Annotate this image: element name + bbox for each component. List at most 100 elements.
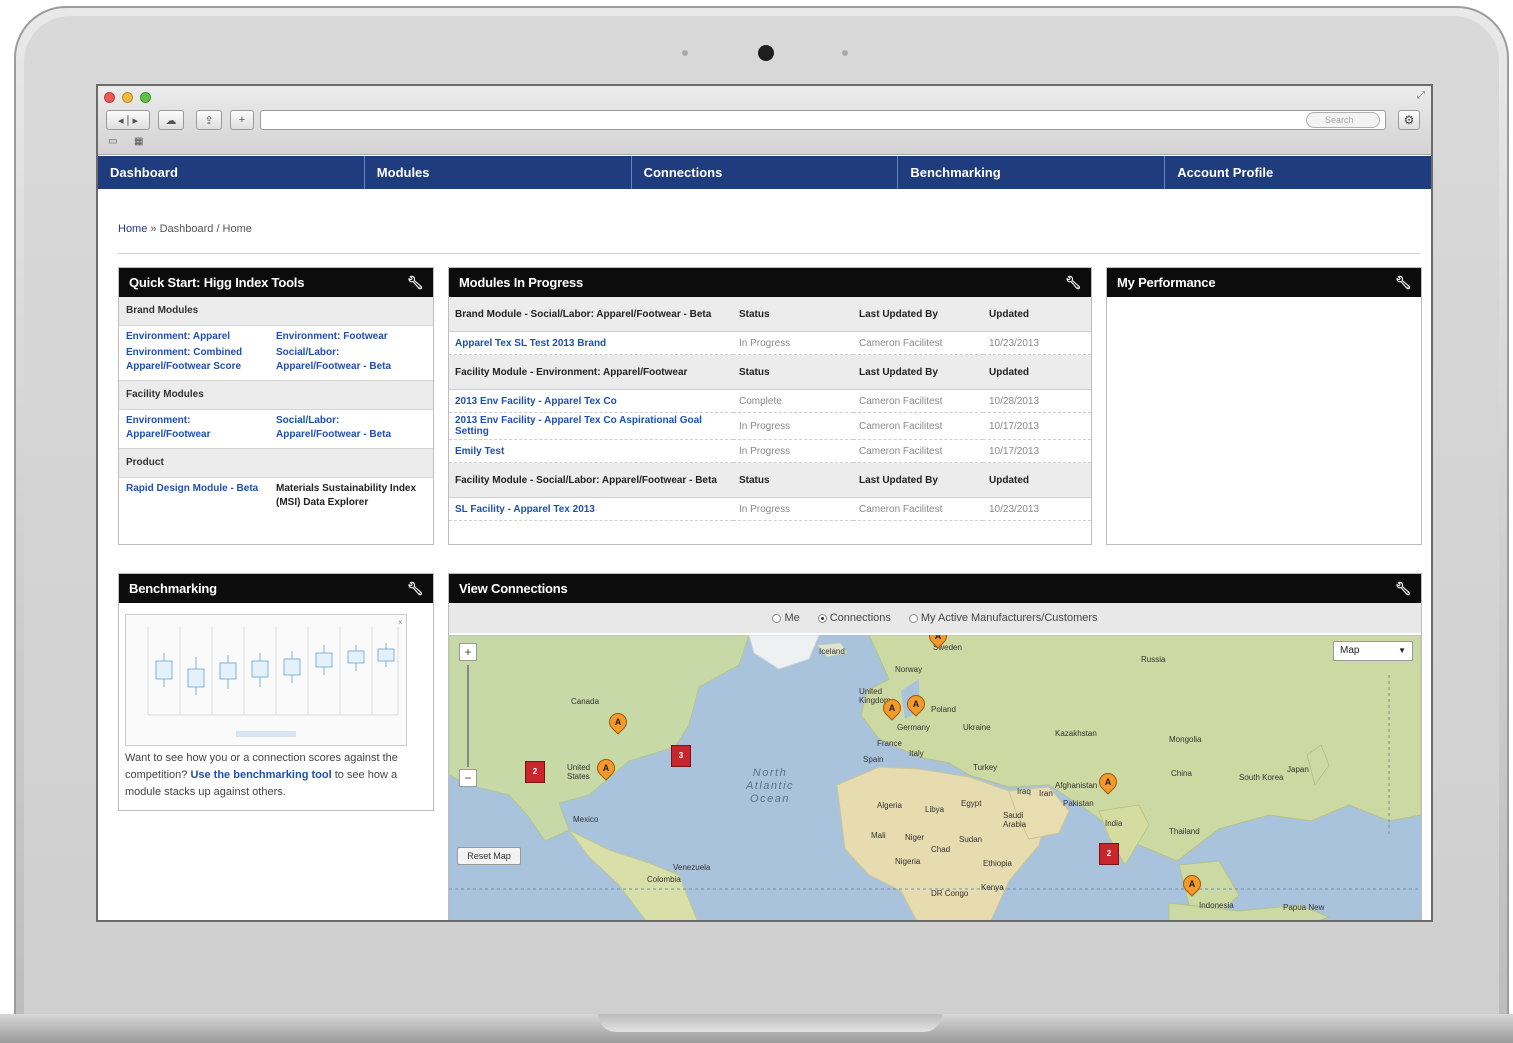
nav-account-profile[interactable]: Account Profile	[1165, 156, 1431, 189]
benchmarking-tool-link[interactable]: Use the benchmarking tool	[190, 769, 331, 781]
my-performance-header: My Performance 🔧︎	[1107, 268, 1421, 297]
column-updated: Updated	[983, 297, 1091, 332]
address-bar[interactable]	[260, 110, 1386, 130]
group-title: Facility Module - Social/Labor: Apparel/…	[449, 462, 733, 498]
reset-map-button[interactable]: Reset Map	[457, 847, 521, 865]
nav-benchmarking[interactable]: Benchmarking	[898, 156, 1166, 189]
view-connections-panel: View Connections 🔧︎ Me Connections My Ac…	[448, 573, 1422, 920]
map-type-select[interactable]: Map ▼	[1333, 641, 1413, 661]
view-connections-header: View Connections 🔧︎	[449, 574, 1421, 603]
breadcrumb-home-link[interactable]: Home	[118, 223, 147, 235]
module-link[interactable]: 2013 Env Facility - Apparel Tex Co Aspir…	[455, 415, 702, 437]
search-input[interactable]: Search	[1306, 112, 1380, 128]
module-link[interactable]: Apparel Tex SL Test 2013 Brand	[455, 338, 606, 349]
radio-manufacturers-customers[interactable]: My Active Manufacturers/Customers	[908, 612, 1098, 624]
zoom-slider[interactable]	[467, 665, 469, 767]
share-icon: ⇪	[204, 114, 214, 127]
updated-cell: 10/28/2013	[983, 389, 1091, 413]
zoom-window-button[interactable]	[140, 92, 151, 103]
link-environment-combined[interactable]: Environment: Combined Apparel/Footwear S…	[126, 346, 276, 374]
chevron-down-icon: ▼	[1398, 646, 1406, 655]
map-label: Ethiopia	[983, 859, 1012, 868]
benchmark-chart-thumbnail[interactable]: ×	[125, 614, 407, 746]
module-link[interactable]: Emily Test	[455, 446, 504, 457]
map-label: Iceland	[819, 647, 845, 656]
map-label: Pakistan	[1063, 799, 1094, 808]
share-button[interactable]: ⇪	[196, 110, 222, 130]
radio-me[interactable]: Me	[772, 612, 800, 624]
new-tab-button[interactable]: +	[230, 110, 254, 130]
box-plot-icon: ×	[147, 618, 403, 737]
module-link[interactable]: SL Facility - Apparel Tex 2013	[455, 504, 595, 515]
map-label: Algeria	[877, 801, 902, 810]
svg-text:×: ×	[398, 618, 403, 627]
connections-map[interactable]: Iceland Norway Sweden United Kingdom Pol…	[449, 635, 1421, 920]
view-connections-title: View Connections	[459, 581, 568, 596]
column-status: Status	[733, 354, 853, 390]
map-label: Thailand	[1169, 827, 1200, 836]
reading-list-icon[interactable]: ▭	[108, 136, 117, 147]
wrench-icon[interactable]: 🔧︎	[407, 574, 424, 603]
map-label: Kazakhstan	[1055, 729, 1097, 738]
status-cell: Complete	[733, 389, 853, 413]
map-cluster-marker[interactable]: 2	[525, 761, 545, 783]
top-sites-icon[interactable]: ▦	[134, 136, 143, 147]
product-links: Rapid Design Module - Beta Materials Sus…	[119, 478, 433, 514]
forward-icon[interactable]: ▸	[132, 114, 138, 127]
back-forward-buttons[interactable]: ◂ | ▸	[106, 110, 150, 130]
wrench-icon[interactable]: 🔧︎	[407, 268, 424, 297]
product-heading: Product	[119, 449, 433, 478]
wrench-icon[interactable]: 🔧︎	[1395, 268, 1412, 297]
link-facility-environment[interactable]: Environment: Apparel/Footwear	[126, 414, 276, 442]
link-environment-apparel[interactable]: Environment: Apparel	[126, 330, 276, 344]
my-performance-title: My Performance	[1117, 275, 1216, 290]
link-facility-social-labor[interactable]: Social/Labor: Apparel/Footwear - Beta	[276, 414, 426, 442]
map-cluster-marker[interactable]: 2	[1099, 843, 1119, 865]
radio-button[interactable]	[772, 613, 782, 623]
map-label: Colombia	[647, 875, 681, 884]
map-label: Kenya	[981, 883, 1004, 892]
updated-by-cell: Cameron Facilitest	[853, 497, 983, 521]
minimize-window-button[interactable]	[122, 92, 133, 103]
map-label: Iraq	[1017, 787, 1031, 796]
map-label: Venezuela	[673, 863, 711, 872]
radio-button-selected[interactable]	[817, 613, 827, 623]
column-last-updated-by: Last Updated By	[853, 462, 983, 498]
plus-icon: +	[238, 114, 246, 126]
link-rapid-design-module[interactable]: Rapid Design Module - Beta	[126, 482, 276, 496]
status-cell: In Progress	[733, 412, 853, 440]
modules-in-progress-title: Modules In Progress	[459, 275, 584, 290]
gear-icon[interactable]: ⚙	[1398, 110, 1420, 130]
brand-modules-links: Environment: Apparel Environment: Combin…	[119, 326, 433, 381]
modules-table: Brand Module - Social/Labor: Apparel/Foo…	[449, 297, 1091, 521]
nav-dashboard[interactable]: Dashboard	[98, 156, 365, 189]
camera-sensor-right	[842, 50, 848, 56]
back-icon[interactable]: ◂	[118, 114, 124, 127]
zoom-in-button[interactable]: +	[459, 643, 477, 661]
link-social-labor-brand[interactable]: Social/Labor: Apparel/Footwear - Beta	[276, 346, 426, 374]
icloud-button[interactable]: ☁	[158, 110, 184, 130]
map-label: Afghanistan	[1055, 781, 1098, 790]
quick-start-title: Quick Start: Higg Index Tools	[129, 275, 305, 290]
nav-connections[interactable]: Connections	[632, 156, 899, 189]
zoom-out-button[interactable]: −	[459, 769, 477, 787]
map-label: China	[1171, 769, 1192, 778]
msi-data-explorer-label: Materials Sustainability Index (MSI) Dat…	[276, 483, 417, 508]
table-row: 2013 Env Facility - Apparel Tex Co Compl…	[449, 389, 1091, 413]
divider	[118, 253, 1420, 254]
map-label: Indonesia	[1199, 901, 1234, 910]
wrench-icon[interactable]: 🔧︎	[1395, 574, 1412, 603]
radio-button[interactable]	[908, 613, 918, 623]
quick-start-header: Quick Start: Higg Index Tools 🔧︎	[119, 268, 433, 297]
link-environment-footwear[interactable]: Environment: Footwear	[276, 330, 426, 344]
column-updated: Updated	[983, 354, 1091, 390]
map-label: France	[877, 739, 902, 748]
updated-by-cell: Cameron Facilitest	[853, 412, 983, 440]
radio-connections[interactable]: Connections	[817, 612, 891, 624]
fullscreen-icon[interactable]: ⤢	[1417, 90, 1425, 101]
map-cluster-marker[interactable]: 3	[671, 745, 691, 767]
wrench-icon[interactable]: 🔧︎	[1065, 268, 1082, 297]
close-window-button[interactable]	[104, 92, 115, 103]
module-link[interactable]: 2013 Env Facility - Apparel Tex Co	[455, 396, 617, 407]
nav-modules[interactable]: Modules	[365, 156, 632, 189]
